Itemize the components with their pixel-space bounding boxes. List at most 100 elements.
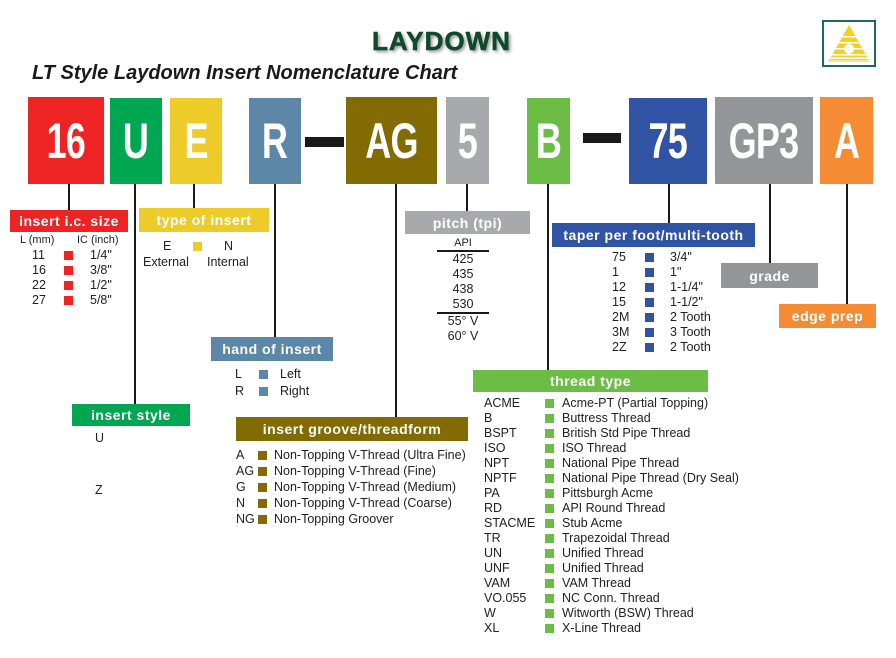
code-type: E [184,113,208,169]
blue-gray-square-icon [259,387,268,396]
green-square-icon [545,414,554,423]
code-groove: AG [365,112,418,169]
code-box-groove: AG [346,97,437,184]
olive-square-icon [258,482,267,492]
ic-size-row: 27 5/8" [32,293,112,307]
insert-type-right-code: N [224,239,234,253]
code-box-grade: GP3 [715,97,813,184]
blue-square-icon [645,253,654,262]
yellow-square-icon [193,242,202,251]
pitch-list: API 425 435 438 530 55° V 60° V [437,237,489,344]
taper-row: 2M 2 Tooth [612,310,711,324]
green-square-icon [545,549,554,558]
connector-line [846,184,848,304]
groove-row: AG Non-Topping V-Thread (Fine) [236,463,436,478]
green-square-icon [545,429,554,438]
taper-row: 1 1" [612,265,682,279]
page-title: LAYDOWN [372,26,511,57]
ic-size-row: 16 3/8" [32,263,112,277]
pitch-value: 425 [452,252,474,266]
code-box-ic-size: 16 [28,97,104,184]
groove-row: G Non-Topping V-Thread (Medium) [236,479,457,494]
code-edge: A [833,112,860,169]
ic-size-col-inch: IC (inch) [77,234,119,246]
hand-list: L Left R Right [235,366,309,400]
insert-type-header: type of insert [139,208,269,232]
green-square-icon [545,579,554,588]
ic-size-list: 11 1/4" 16 3/8" 22 1/2" 27 5/8" [32,248,112,308]
green-square-icon [545,534,554,543]
code-hand: R [262,113,288,169]
green-square-icon [545,489,554,498]
thread-row: ISO ISO Thread [484,441,627,455]
groove-row: NG Non-Topping Groover [236,511,394,526]
code-box-pitch: 5 [446,97,489,184]
blue-square-icon [645,343,654,352]
olive-square-icon [258,498,267,508]
hand-header: hand of insert [211,337,333,361]
grade-header: grade [721,263,818,288]
groove-list: A Non-Topping V-Thread (Ultra Fine) AG Non… [236,447,466,527]
olive-square-icon [258,466,267,476]
code-taper: 75 [648,113,688,169]
pitch-value: 435 [452,267,474,281]
thread-row: NPT National Pipe Thread [484,456,680,470]
pitch-value: 60° V [447,329,479,343]
page-subtitle: LT Style Laydown Insert Nomenclature Cha… [32,62,458,84]
green-square-icon [545,399,554,408]
green-square-icon [545,609,554,618]
ic-size-header: insert i.c. size [10,210,128,232]
connector-line [466,184,468,211]
blue-square-icon [645,283,654,292]
red-square-icon [64,281,73,290]
taper-row: 75 3/4" [612,250,692,264]
code-box-taper: 75 [629,98,707,184]
separator-dash [583,133,621,143]
code-box-type: E [170,98,222,184]
insert-type-left-desc: External [143,255,189,269]
green-square-icon [545,624,554,633]
blue-square-icon [645,298,654,307]
taper-row: 12 1-1/4" [612,280,703,294]
pitch-value: 438 [452,282,474,296]
code-pitch: 5 [457,112,478,169]
insert-type-right-desc: Internal [207,255,249,269]
connector-line [769,184,771,263]
thread-type-list: ACME Acme-PT (Partial Topping) B Buttress … [484,396,739,636]
insert-type-left-code: E [163,239,172,253]
thread-row: UNF Unified Thread [484,561,644,575]
thread-row: VO.055 NC Conn. Thread [484,591,660,605]
red-square-icon [64,296,73,305]
blue-square-icon [645,328,654,337]
groove-row: A Non-Topping V-Thread (Ultra Fine) [236,447,466,462]
thread-row: VAM VAM Thread [484,576,632,590]
connector-line [193,184,195,210]
ic-size-col-mm: L (mm) [20,234,55,246]
pitch-value: 530 [452,297,474,311]
insert-style-header: insert style [72,404,190,426]
green-square-icon [545,459,554,468]
taper-header: taper per foot/multi-tooth [552,223,755,247]
code-grade: GP3 [729,112,800,169]
thread-row: ACME Acme-PT (Partial Topping) [484,396,709,410]
green-square-icon [545,594,554,603]
taper-row: 15 1-1/2" [612,295,703,309]
thread-type-header: thread type [473,370,708,392]
code-thread: B [535,113,562,169]
code-box-thread: B [527,98,570,184]
pitch-header: pitch (tpi) [405,211,530,234]
red-square-icon [64,266,73,275]
green-square-icon [545,519,554,528]
pitch-api-heading: API [454,237,472,249]
green-square-icon [545,444,554,453]
hand-row: L Left [235,367,301,381]
green-square-icon [545,564,554,573]
green-square-icon [545,474,554,483]
ic-size-row: 22 1/2" [32,278,112,292]
olive-square-icon [258,450,267,460]
olive-square-icon [258,514,267,524]
thread-row: RD API Round Thread [484,501,666,515]
taper-row: 2Z 2 Tooth [612,340,711,354]
green-square-icon [545,504,554,513]
red-square-icon [64,251,73,260]
